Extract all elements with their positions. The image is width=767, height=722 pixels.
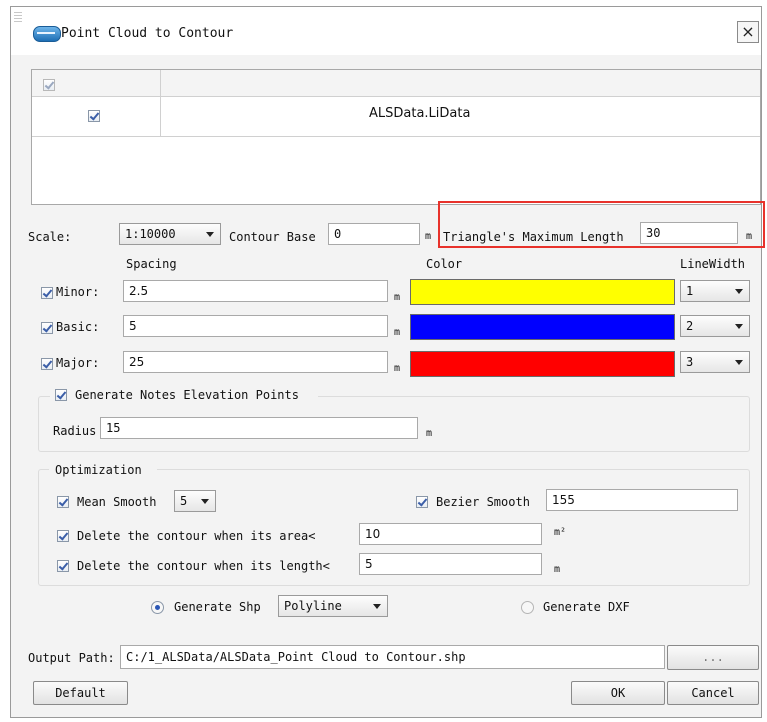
- delete-area-label: Delete the contour when its area<: [77, 529, 316, 543]
- bezier-smooth-checkbox[interactable]: [416, 496, 428, 508]
- major-linewidth-value: 3: [686, 355, 694, 369]
- spacing-header: Spacing: [126, 257, 177, 271]
- table-cell-name: ALSData.LiData: [369, 106, 471, 121]
- contour-base-unit: m: [425, 231, 432, 242]
- major-linewidth-select[interactable]: 3: [680, 351, 750, 373]
- length-unit: m: [554, 564, 561, 575]
- basic-spacing-input[interactable]: 5: [123, 315, 388, 337]
- output-path-label: Output Path:: [28, 651, 115, 665]
- scale-select[interactable]: 1:10000: [119, 223, 221, 245]
- generate-shp-radio[interactable]: [151, 601, 164, 614]
- notes-checkbox[interactable]: [55, 389, 67, 401]
- chevron-down-icon: [735, 289, 743, 294]
- minor-color-swatch[interactable]: [410, 279, 675, 305]
- generate-dxf-label: Generate DXF: [543, 600, 630, 614]
- close-button[interactable]: ×: [737, 21, 759, 43]
- contour-base-input[interactable]: 0: [328, 223, 420, 245]
- chevron-down-icon: [373, 604, 381, 609]
- data-table: [31, 69, 761, 205]
- major-checkbox[interactable]: [41, 358, 53, 370]
- minor-spacing-input[interactable]: 2.5: [123, 280, 388, 302]
- chevron-down-icon: [206, 232, 214, 237]
- major-color-swatch[interactable]: [410, 351, 675, 377]
- chevron-down-icon: [735, 360, 743, 365]
- area-unit: m²: [554, 527, 567, 538]
- major-label: Major:: [56, 356, 100, 370]
- cancel-button[interactable]: Cancel: [667, 681, 759, 705]
- bezier-smooth-label: Bezier Smooth: [436, 495, 530, 509]
- column-divider: [160, 70, 161, 136]
- delete-area-input[interactable]: 10: [359, 523, 542, 545]
- generate-shp-label: Generate Shp: [174, 600, 261, 614]
- grip-icon: [14, 12, 22, 22]
- app-logo-icon: [33, 26, 61, 42]
- delete-length-checkbox[interactable]: [57, 560, 69, 572]
- mean-smooth-label: Mean Smooth: [77, 495, 157, 509]
- minor-checkbox[interactable]: [41, 287, 53, 299]
- basic-linewidth-value: 2: [686, 319, 694, 333]
- scale-value: 1:10000: [125, 227, 176, 241]
- radius-label: Radius: [53, 424, 97, 438]
- minor-linewidth-value: 1: [686, 284, 694, 298]
- delete-area-checkbox[interactable]: [57, 530, 69, 542]
- shp-type-select[interactable]: Polyline: [278, 595, 388, 617]
- browse-button[interactable]: ...: [667, 645, 759, 670]
- basic-label: Basic:: [56, 320, 100, 334]
- minor-label: Minor:: [56, 285, 100, 299]
- basic-unit: m: [394, 327, 401, 338]
- delete-length-label: Delete the contour when its length<: [77, 559, 330, 573]
- minor-linewidth-select[interactable]: 1: [680, 280, 750, 302]
- basic-color-swatch[interactable]: [410, 314, 675, 340]
- mean-smooth-checkbox[interactable]: [57, 496, 69, 508]
- linewidth-header: LineWidth: [680, 257, 746, 271]
- output-path-input[interactable]: C:/1_ALSData/ALSData_Point Cloud to Cont…: [120, 645, 665, 669]
- mean-smooth-value: 5: [180, 494, 188, 508]
- shp-type-value: Polyline: [284, 599, 342, 613]
- delete-length-input[interactable]: 5: [359, 553, 542, 575]
- table-header: [32, 70, 760, 97]
- basic-linewidth-select[interactable]: 2: [680, 315, 750, 337]
- highlight-box: [438, 201, 765, 248]
- generate-dxf-radio[interactable]: [521, 601, 534, 614]
- basic-checkbox[interactable]: [41, 322, 53, 334]
- chevron-down-icon: [201, 499, 209, 504]
- optimization-title: Optimization: [55, 463, 142, 477]
- minor-unit: m: [394, 292, 401, 303]
- default-button[interactable]: Default: [33, 681, 128, 705]
- radius-input[interactable]: 15: [100, 417, 418, 439]
- notes-label: Generate Notes Elevation Points: [75, 388, 299, 402]
- row-checkbox[interactable]: [88, 110, 100, 122]
- radius-unit: m: [426, 428, 433, 439]
- contour-base-label: Contour Base: [229, 230, 316, 244]
- select-all-checkbox[interactable]: [43, 79, 55, 91]
- chevron-down-icon: [735, 324, 743, 329]
- bezier-smooth-input[interactable]: 155: [546, 489, 738, 511]
- color-header: Color: [426, 257, 463, 271]
- dialog-title: Point Cloud to Contour: [61, 26, 234, 41]
- scale-label: Scale:: [28, 230, 72, 244]
- mean-smooth-select[interactable]: 5: [174, 490, 216, 512]
- major-spacing-input[interactable]: 25: [123, 351, 388, 373]
- major-unit: m: [394, 363, 401, 374]
- ok-button[interactable]: OK: [571, 681, 665, 705]
